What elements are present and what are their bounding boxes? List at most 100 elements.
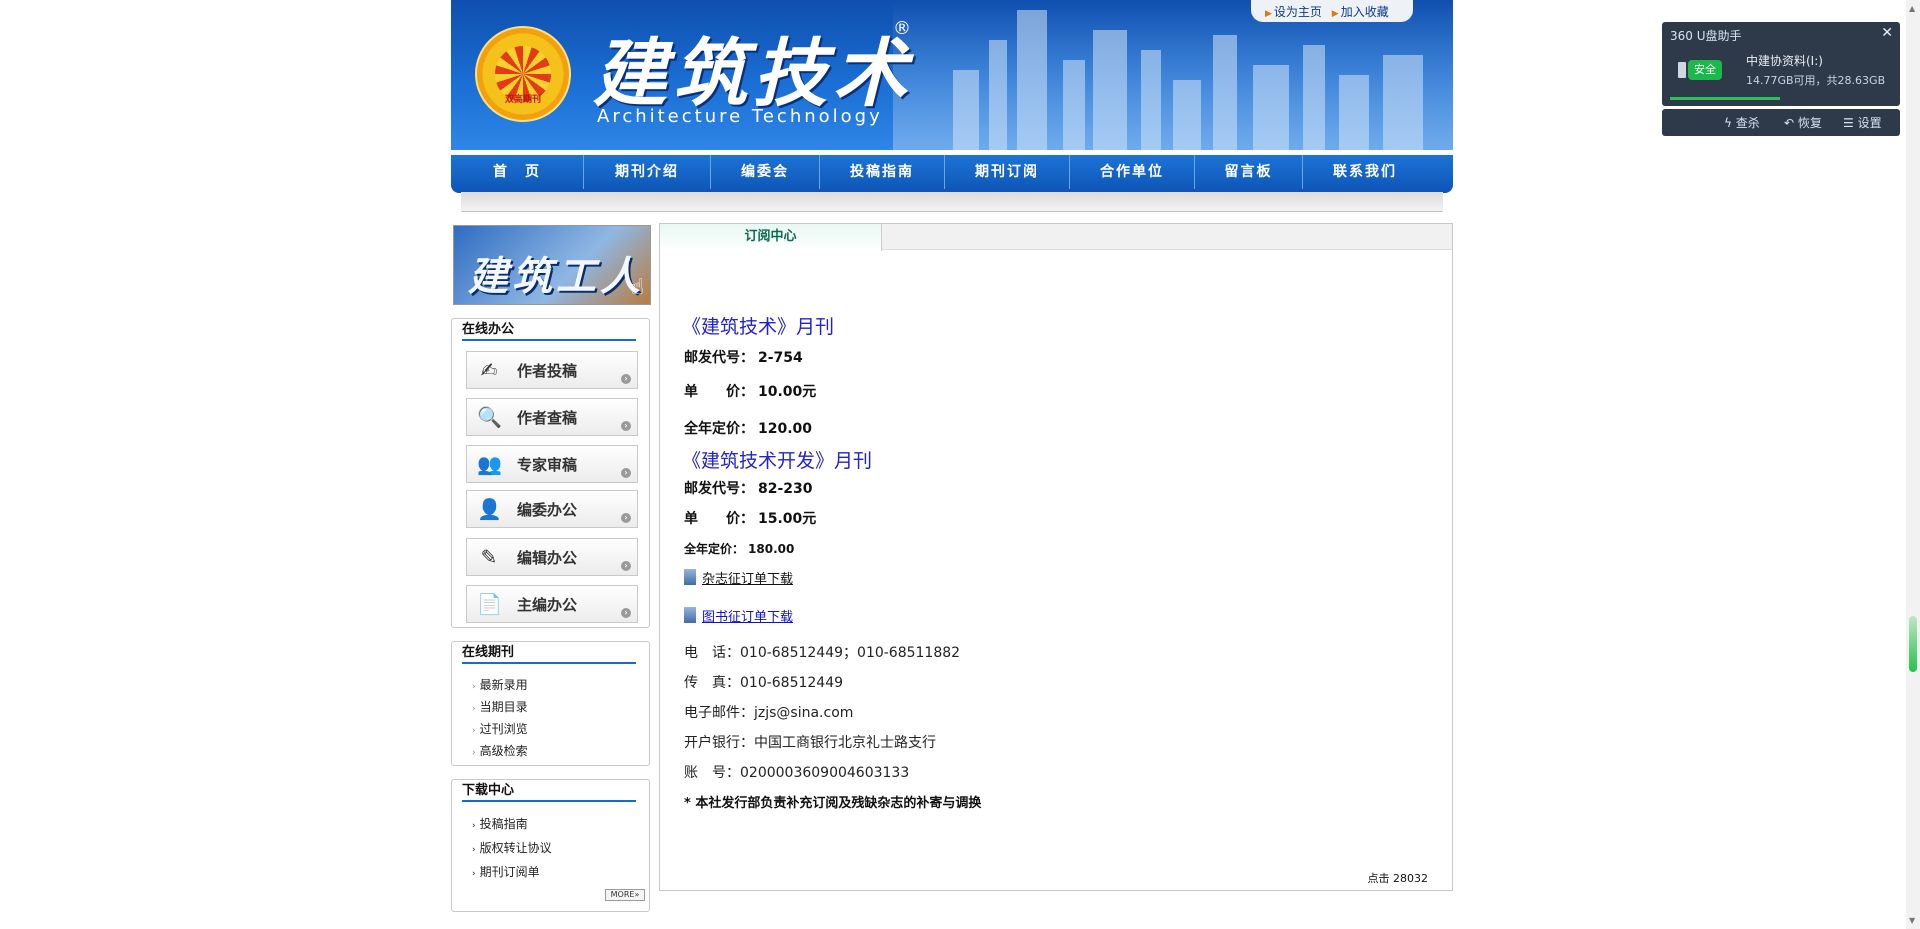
nav-submission-guide[interactable]: 投稿指南 [820, 155, 945, 189]
nav-partners[interactable]: 合作单位 [1070, 155, 1195, 189]
tab-bar: 订阅中心 [660, 224, 1452, 251]
go-icon: › [621, 513, 631, 523]
contact-phone: 电 话：010-68512449；010-68511882 [684, 645, 961, 661]
brand-chinese-title: 建筑技术 [593, 31, 913, 117]
bank-account: 账 号：0200003609004603133 [684, 765, 910, 781]
download-order-form-link[interactable]: › 期刊订阅单 [472, 863, 540, 880]
scan-button[interactable]: ϟ 查杀 [1724, 114, 1760, 131]
board-office-button[interactable]: 👤 编委办公 › [466, 490, 638, 528]
subscription-center-panel: 订阅中心 《建筑技术》月刊 邮发代号： 2-754 单 价： 10.00元 全年定价… [659, 223, 1453, 891]
drive-name: 中建协资料(I:) [1746, 54, 1823, 68]
author-submit-label: 作者投稿 [517, 362, 578, 380]
widget-action-bar: ϟ 查杀 ↶ 恢复 ☰ 设置 [1662, 109, 1900, 136]
arrow-icon: › [472, 821, 476, 831]
magazine-order-download-link[interactable]: 杂志征订单下载 [684, 568, 793, 587]
document-icon [684, 607, 696, 623]
go-icon: › [621, 468, 631, 478]
document-icon [684, 569, 696, 585]
usb-assistant-widget: 360 U盘助手 ✕ 安全 中建协资料(I:) 14.77GB可用，共28.63… [1662, 22, 1900, 137]
undo-icon: ↶ [1784, 116, 1795, 130]
bank-name: 开户银行：中国工商银行北京礼士路支行 [684, 735, 936, 751]
restore-button[interactable]: ↶ 恢复 [1784, 114, 1822, 131]
edit-icon: ✎ [480, 545, 498, 569]
nav-contact[interactable]: 联系我们 [1303, 155, 1427, 189]
widget-title: 360 U盘助手 [1670, 29, 1742, 43]
editor-office-button[interactable]: ✎ 编辑办公 › [466, 538, 638, 576]
current-issue-link[interactable]: › 当期目录 [472, 698, 528, 715]
sub-nav-bar [461, 192, 1443, 212]
seal-text: 双高期刊 [504, 95, 541, 105]
pen-icon: ✍ [480, 358, 498, 382]
subscription-note: * 本社发行部负责补充订阅及残缺杂志的补寄与调换 [684, 796, 982, 811]
scroll-down-icon[interactable]: ▼ [1909, 916, 1915, 925]
users-icon: 👥 [477, 452, 502, 476]
arrow-icon: › [472, 704, 476, 714]
hand-pointer-icon: ☝ [630, 275, 644, 300]
triangle-icon: ▶ [1331, 9, 1339, 19]
settings-button[interactable]: ☰ 设置 [1843, 114, 1882, 131]
download-copyright-agreement-link[interactable]: › 版权转让协议 [472, 839, 552, 856]
city-skyline [893, 0, 1453, 150]
worker-banner-text: 建筑工人 [468, 253, 644, 300]
arrow-icon: › [472, 869, 476, 879]
brand-english-title: Architecture Technology [597, 106, 883, 127]
online-journal-title: 在线期刊 [462, 644, 636, 664]
list-icon: ☰ [1843, 116, 1854, 130]
latest-accepted-link[interactable]: › 最新录用 [472, 676, 528, 693]
download-submission-guide-link[interactable]: › 投稿指南 [472, 815, 528, 832]
nav-subscription[interactable]: 期刊订阅 [945, 155, 1070, 189]
magnifier-icon: 🔍 [477, 405, 502, 429]
chief-editor-office-button[interactable]: 📄 主编办公 › [466, 585, 638, 623]
contact-email: 电子邮件：jzjs@sina.com [684, 705, 854, 721]
nav-editorial-board[interactable]: 编委会 [711, 155, 820, 189]
arrow-icon: › [472, 682, 476, 692]
go-icon: › [621, 561, 631, 571]
author-submit-button[interactable]: ✍ 作者投稿 › [466, 351, 638, 389]
author-query-button[interactable]: 🔍 作者查稿 › [466, 398, 638, 436]
journal-seal-logo: 双高期刊 [475, 26, 571, 122]
past-issues-link[interactable]: › 过刊浏览 [472, 720, 528, 737]
page: 双高期刊 建筑技术 ® Architecture Technology ▶ 设为主… [451, 0, 1453, 929]
header-banner: 双高期刊 建筑技术 ® Architecture Technology ▶ 设为主… [451, 0, 1453, 150]
triangle-icon: ▶ [1265, 9, 1272, 19]
magazine-1-title: 《建筑技术》月刊 [682, 316, 835, 338]
online-office-title: 在线办公 [462, 321, 636, 341]
more-button[interactable]: MORE» [605, 889, 645, 901]
online-journal-box: 在线期刊 › 最新录用 › 当期目录 › 过刊浏览 › 高级检索 [451, 641, 650, 766]
magazine-1-code: 邮发代号： 2-754 [684, 350, 803, 366]
magazine-2-code: 邮发代号： 82-230 [684, 481, 813, 497]
chief-editor-office-label: 主编办公 [517, 596, 578, 614]
arrow-icon: › [472, 748, 476, 758]
hit-counter: 点击 28032 [1367, 872, 1429, 885]
set-homepage-link[interactable]: ▶ 设为主页 [1265, 5, 1322, 19]
magazine-2-title: 《建筑技术开发》月刊 [682, 450, 873, 472]
expert-review-button[interactable]: 👥 专家审稿 › [466, 445, 638, 483]
online-office-box: 在线办公 ✍ 作者投稿 › 🔍 作者查稿 › 👥 专家审稿 › 👤 编委办公 ›… [451, 318, 650, 628]
magazine-1-price: 单 价： 10.00元 [684, 384, 817, 400]
close-icon[interactable]: ✕ [1881, 25, 1893, 41]
board-office-label: 编委办公 [517, 501, 578, 519]
scroll-up-icon[interactable]: ▲ [1909, 4, 1915, 13]
add-favorite-link[interactable]: ▶ 加入收藏 [1332, 5, 1389, 19]
go-icon: › [621, 608, 631, 618]
arrow-icon: › [472, 726, 476, 736]
safe-badge: 安全 [1688, 60, 1722, 80]
top-links: ▶ 设为主页 ▶ 加入收藏 [1251, 0, 1413, 22]
nav-message-board[interactable]: 留言板 [1195, 155, 1303, 189]
advanced-search-link[interactable]: › 高级检索 [472, 742, 528, 759]
nav-home[interactable]: 首 页 [451, 155, 584, 189]
construction-worker-banner[interactable]: 建筑工人 ☝ [453, 225, 651, 305]
go-icon: › [621, 421, 631, 431]
usb-drive-icon [1678, 62, 1686, 78]
lightning-icon: ϟ [1724, 116, 1732, 130]
page-scrollbar[interactable]: ▲ ▼ [1906, 0, 1920, 929]
magazine-1-annual-price: 全年定价： 120.00 [684, 421, 813, 437]
scrollbar-thumb[interactable] [1909, 616, 1917, 672]
tab-subscription-center[interactable]: 订阅中心 [660, 224, 882, 251]
person-icon: 👤 [477, 497, 502, 521]
book-order-download-link[interactable]: 图书征订单下载 [684, 606, 793, 625]
magazine-2-price: 单 价： 15.00元 [684, 511, 817, 527]
nav-journal-intro[interactable]: 期刊介绍 [584, 155, 711, 189]
drive-capacity: 14.77GB可用，共28.63GB [1746, 74, 1886, 87]
capacity-bar [1670, 97, 1780, 100]
